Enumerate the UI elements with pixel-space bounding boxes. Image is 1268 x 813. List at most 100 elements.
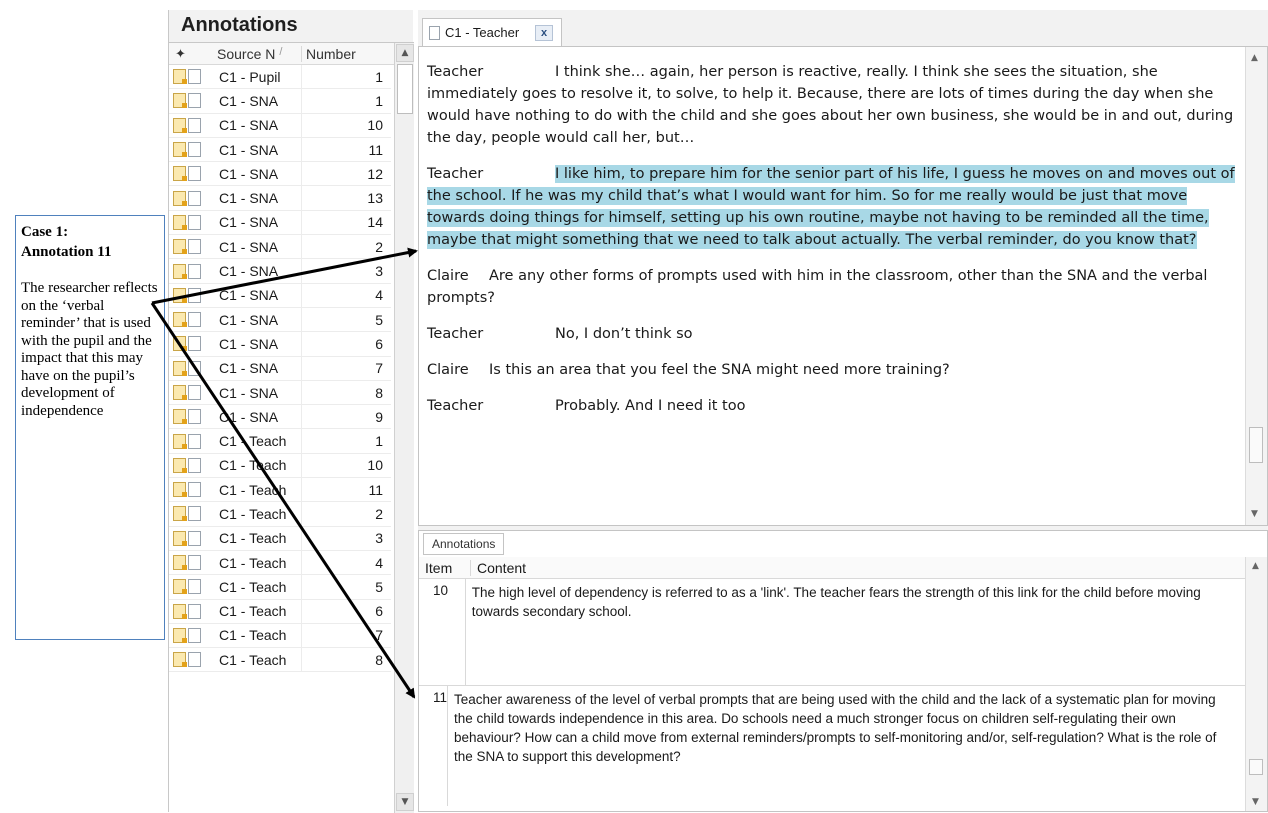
scroll-up-arrow-icon[interactable]: ▲: [1251, 53, 1258, 63]
list-item[interactable]: C1 - SNA 14: [169, 210, 391, 236]
callout-body: The researcher reflects on the ‘verbal r…: [21, 280, 158, 419]
row-icons: [169, 385, 213, 400]
scroll-down-arrow-icon[interactable]: ▼: [396, 793, 414, 811]
annotation-edit-icon: [173, 239, 187, 255]
list-item[interactable]: C1 - Teach 7: [169, 623, 391, 649]
list-item[interactable]: C1 - SNA 7: [169, 356, 391, 381]
column-header-number[interactable]: Number: [301, 45, 386, 62]
scroll-up-arrow-icon[interactable]: ▲: [1252, 561, 1259, 571]
transcript-paragraph: Teacher No, I don’t think so: [427, 323, 1235, 345]
row-icons: [169, 239, 213, 255]
document-icon: [188, 287, 201, 303]
row-icons: [169, 627, 213, 643]
list-item[interactable]: C1 - Pupil 1: [169, 65, 391, 90]
callout-title-line2: Annotation 11: [21, 244, 112, 260]
scroll-down-arrow-icon[interactable]: ▼: [1251, 509, 1258, 519]
row-number: 5: [301, 307, 391, 332]
list-item[interactable]: C1 - SNA 5: [169, 307, 391, 333]
list-item[interactable]: C1 - SNA 8: [169, 380, 391, 406]
scrollbar-thumb[interactable]: [1249, 427, 1263, 463]
list-item[interactable]: C1 - SNA 1: [169, 89, 391, 114]
row-source: C1 - SNA: [219, 117, 279, 134]
scroll-up-arrow-icon[interactable]: ▲: [396, 44, 414, 62]
annotation-edit-icon: [173, 457, 187, 473]
list-item[interactable]: C1 - SNA 2: [169, 235, 391, 260]
scrollbar-thumb[interactable]: [1249, 759, 1263, 775]
row-number: 1: [301, 429, 391, 453]
row-number: 3: [301, 259, 391, 283]
document-icon: [188, 117, 201, 133]
row-number: 10: [301, 453, 391, 478]
annotations-list-panel: Annotations ✦ Source N / Number C1 - Pup…: [168, 10, 414, 813]
row-icons: [169, 555, 213, 571]
column-header-source[interactable]: Source N /: [213, 46, 301, 62]
row-source: C1 - SNA: [219, 335, 279, 352]
list-item[interactable]: C1 - SNA 10: [169, 113, 391, 138]
annotation-entry[interactable]: 11 Teacher awareness of the level of ver…: [419, 686, 1247, 806]
list-item[interactable]: C1 - Teach 10: [169, 453, 391, 479]
scrollbar-thumb[interactable]: [397, 64, 413, 114]
row-number: 6: [301, 599, 391, 623]
list-item[interactable]: C1 - Teach 11: [169, 478, 391, 503]
annotations-table: ✦ Source N / Number C1 - Pupil 1 C1 - SNA 1…: [169, 42, 414, 813]
column-header-content[interactable]: Content: [471, 560, 526, 576]
utterance-text: Is this an area that you feel the SNA mi…: [489, 362, 950, 378]
utterance-text: Are any other forms of prompts used with…: [427, 268, 1208, 306]
list-item[interactable]: C1 - Teach 2: [169, 502, 391, 527]
list-item[interactable]: C1 - Teach 8: [169, 648, 391, 673]
list-item[interactable]: C1 - Teach 4: [169, 550, 391, 576]
annotation-edit-icon: [173, 530, 187, 546]
speaker-name: Teacher: [427, 326, 484, 342]
row-number: 2: [301, 235, 391, 259]
list-item[interactable]: C1 - SNA 13: [169, 186, 391, 211]
annotation-edit-icon: [173, 385, 187, 400]
list-item[interactable]: C1 - Teach 3: [169, 526, 391, 551]
transcript-scrollbar[interactable]: ▲ ▼: [1245, 47, 1267, 525]
annotation-entry[interactable]: 10 The high level of dependency is refer…: [419, 579, 1247, 686]
annotation-grid-header: Item Content: [419, 557, 1247, 579]
case-callout-box: Case 1: Annotation 11 The researcher ref…: [15, 215, 165, 640]
document-icon: [188, 506, 201, 522]
pin-icon[interactable]: ✦: [169, 46, 213, 62]
row-icons: [169, 579, 213, 595]
list-item[interactable]: C1 - SNA 9: [169, 405, 391, 430]
document-icon: [188, 166, 201, 182]
annotation-edit-icon: [173, 117, 187, 133]
row-icons: [169, 312, 213, 328]
document-icon: [188, 603, 201, 619]
transcript-paragraph: Claire Are any other forms of prompts use…: [427, 265, 1235, 309]
document-icon: [188, 214, 201, 230]
annotation-pane-scrollbar[interactable]: ▲ ▼: [1245, 557, 1267, 811]
row-icons: [169, 263, 213, 279]
tab-c1-teacher[interactable]: C1 - Teacher x: [422, 18, 562, 46]
row-number: 4: [301, 283, 391, 307]
annotations-panel-heading: Annotations: [181, 14, 298, 36]
row-source: C1 - SNA: [219, 287, 279, 304]
tab-annotations[interactable]: Annotations: [423, 533, 505, 555]
row-icons: [169, 93, 213, 109]
list-item[interactable]: C1 - SNA 4: [169, 283, 391, 308]
list-item[interactable]: C1 - Teach 6: [169, 599, 391, 624]
row-number: 9: [301, 405, 391, 429]
sort-indicator-icon: /: [279, 45, 283, 58]
document-icon: [188, 239, 201, 255]
scroll-down-arrow-icon[interactable]: ▼: [1252, 797, 1259, 807]
list-item[interactable]: C1 - Teach 1: [169, 429, 391, 454]
transcript-paragraph: Teacher I like him, to prepare him for th…: [427, 163, 1235, 251]
row-number: 11: [301, 137, 391, 162]
document-icon: [188, 457, 201, 473]
list-item[interactable]: C1 - SNA 12: [169, 162, 391, 187]
list-item[interactable]: C1 - SNA 3: [169, 259, 391, 284]
transcript-paragraph: Teacher I think she… again, her person is…: [427, 61, 1235, 149]
list-item[interactable]: C1 - Teach 5: [169, 575, 391, 600]
row-icons: [169, 530, 213, 546]
row-number: 1: [301, 65, 391, 89]
column-header-item[interactable]: Item: [419, 559, 471, 576]
close-tab-icon[interactable]: x: [535, 24, 553, 41]
row-source: C1 - Teach: [219, 505, 287, 522]
list-item[interactable]: C1 - SNA 11: [169, 137, 391, 163]
transcript-view[interactable]: Teacher I think she… again, her person is…: [418, 46, 1268, 526]
annotations-scrollbar[interactable]: ▲ ▼: [394, 43, 414, 813]
list-item[interactable]: C1 - SNA 6: [169, 332, 391, 357]
annotation-content-text: The high level of dependency is referred…: [471, 585, 1201, 619]
